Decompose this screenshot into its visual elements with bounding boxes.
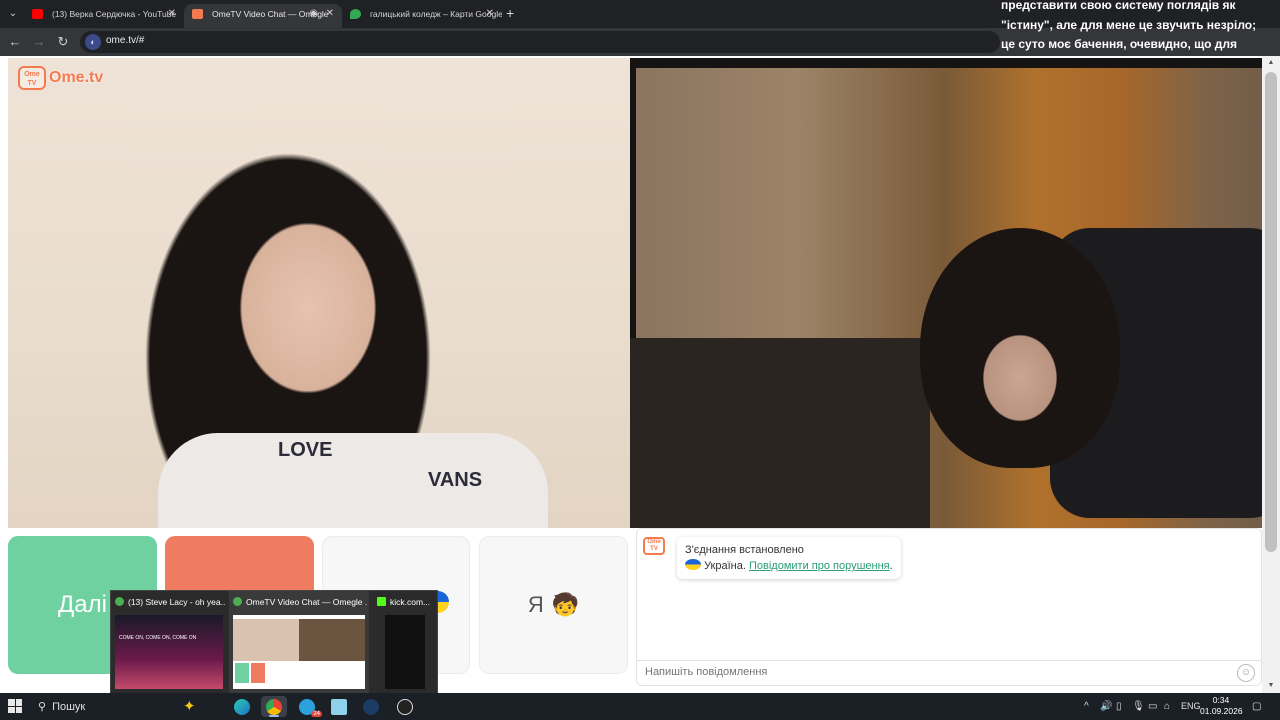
preview-title: OmeTV Video Chat — Omegle ...	[246, 597, 367, 607]
preview-window-kick[interactable]: kick.com...	[373, 591, 437, 695]
youtube-icon	[32, 9, 43, 19]
scroll-up-icon[interactable]: ▲	[1262, 56, 1280, 70]
time: 0:34	[1212, 695, 1230, 705]
reload-icon[interactable]: ↻	[54, 33, 72, 51]
ukraine-flag-icon	[685, 559, 701, 570]
chat-panel: Ome TV З'єднання встановлено Україна. Пов…	[636, 528, 1262, 674]
search-icon: ⚲	[38, 701, 47, 713]
date: 01.09.2026	[1200, 706, 1243, 716]
copilot-sparkle-icon[interactable]: ✦	[178, 696, 204, 717]
url-text: ome.tv/#	[106, 35, 145, 46]
preview-window-youtube[interactable]: (13) Steve Lacy - oh yea... COME ON, COM…	[111, 591, 227, 695]
maps-pin-icon	[350, 9, 361, 19]
site-info-icon[interactable]: ◐	[85, 34, 101, 50]
bed-shape	[630, 338, 930, 528]
logo-text: Ome.tv	[49, 69, 104, 86]
emoji-icon[interactable]: ☺	[1237, 664, 1255, 682]
preview-title-wrap: kick.com...	[377, 595, 437, 609]
chrome-icon	[233, 597, 242, 606]
self-video	[630, 58, 1280, 528]
tab-label: (13) Верка Сердючка - YouTube	[52, 9, 177, 19]
country-name: Україна.	[704, 560, 746, 572]
new-tab-plus-icon[interactable]: +	[506, 5, 514, 21]
tab-search-chevron-icon[interactable]: ⌄	[4, 5, 22, 23]
forward-arrow-icon[interactable]: →	[30, 33, 48, 51]
network-icon[interactable]: ⌂	[1164, 693, 1170, 720]
notifications-icon[interactable]: ▢	[1252, 693, 1261, 720]
shirt-text: LOVE	[278, 439, 333, 461]
gender-label: Я	[527, 592, 544, 617]
report-suffix: .	[889, 560, 893, 572]
preview-title-wrap: (13) Steve Lacy - oh yea...	[115, 595, 225, 609]
display-icon[interactable]: ▭	[1148, 693, 1157, 720]
report-link[interactable]: Повідомити про порушення	[749, 560, 890, 572]
shirt-graphic: LOVE VANS	[158, 433, 548, 528]
chrome-icon[interactable]	[261, 696, 287, 717]
thumb-next	[235, 663, 249, 683]
preview-thumbnail	[385, 615, 425, 689]
country-line: Україна. Повідомити про порушення.	[685, 558, 893, 574]
tab-ometv[interactable]: OmeTV Video Chat — Omegle ◉ ✕	[184, 4, 342, 28]
microphone-icon[interactable]: 🎙	[1132, 693, 1145, 720]
preview-title: kick.com...	[390, 597, 431, 607]
steam-icon[interactable]	[358, 696, 384, 717]
stranger-video: LOVE VANS Ome TV Ome.tv	[8, 58, 630, 528]
unread-badge: 24	[311, 711, 322, 717]
back-arrow-icon[interactable]: ←	[6, 33, 24, 51]
connection-status: З'єднання встановлено	[685, 544, 804, 556]
thumb-video-left	[233, 619, 299, 661]
show-hidden-icons[interactable]: ^	[1084, 693, 1089, 720]
recording-icon: ◉	[309, 8, 318, 19]
clock[interactable]: 0:34 01.09.2026	[1200, 695, 1243, 717]
shirt-text: VANS	[428, 469, 483, 491]
chrome-icon	[115, 597, 124, 606]
close-tab-icon[interactable]: ✕	[486, 4, 494, 24]
thumb-stop	[251, 663, 265, 683]
address-bar[interactable]: ◐ ome.tv/#	[80, 31, 1000, 53]
search-label: Пошук	[52, 701, 86, 713]
gender-button[interactable]: Я 🧒	[479, 536, 628, 674]
scrollbar-thumb[interactable]	[1265, 72, 1277, 552]
edge-icon[interactable]	[229, 696, 255, 717]
obs-icon[interactable]	[392, 696, 418, 717]
kick-icon	[377, 597, 386, 606]
notepad-icon[interactable]	[326, 696, 352, 717]
boy-emoji-icon: 🧒	[551, 592, 580, 617]
scroll-down-icon[interactable]: ▼	[1262, 679, 1280, 693]
message-input[interactable]	[643, 665, 1207, 679]
thumb-video-right	[299, 619, 365, 661]
windows-start-icon[interactable]	[8, 699, 22, 713]
page-scrollbar[interactable]: ▲ ▼	[1262, 56, 1280, 693]
volume-icon[interactable]: 🔊	[1100, 693, 1112, 720]
windows-taskbar: ⚲ Пошук ✦ 24 ^ 🔊 ▯ 🎙 ▭ ⌂ ENG 0:34 01.09.2…	[0, 693, 1280, 720]
taskbar-preview-popup: (13) Steve Lacy - oh yea... COME ON, COM…	[110, 590, 438, 695]
tab-google-maps[interactable]: галицький коледж – Карти Google ✕	[342, 4, 502, 28]
preview-thumbnail: COME ON, COME ON, COME ON	[115, 615, 223, 689]
person-head	[920, 228, 1120, 468]
system-message: З'єднання встановлено Україна. Повідомит…	[677, 537, 901, 579]
close-tab-icon[interactable]: ✕	[326, 4, 334, 24]
message-box: ☺	[636, 660, 1262, 686]
ometv-tv-icon: Ome TV	[643, 537, 665, 555]
close-tab-icon[interactable]: ✕	[168, 4, 176, 24]
language-indicator[interactable]: ENG	[1181, 693, 1201, 720]
ometv-icon	[192, 9, 203, 19]
tab-youtube[interactable]: (13) Верка Сердючка - YouTube ✕	[24, 4, 184, 28]
telegram-icon[interactable]: 24	[294, 696, 322, 717]
battery-icon[interactable]: ▯	[1116, 693, 1122, 720]
preview-title-wrap: OmeTV Video Chat — Omegle ...	[233, 595, 367, 609]
preview-thumbnail	[233, 615, 365, 689]
gender-label-wrap: Я 🧒	[480, 537, 627, 673]
thumb-text: COME ON, COME ON, COME ON	[119, 635, 197, 641]
tab-label: галицький коледж – Карти Google	[370, 9, 502, 19]
preview-window-ometv[interactable]: OmeTV Video Chat — Omegle ...	[229, 591, 369, 695]
tv-icon: Ome TV	[18, 66, 46, 90]
ometv-logo[interactable]: Ome TV Ome.tv	[18, 66, 103, 90]
preview-title: (13) Steve Lacy - oh yea...	[128, 597, 225, 607]
